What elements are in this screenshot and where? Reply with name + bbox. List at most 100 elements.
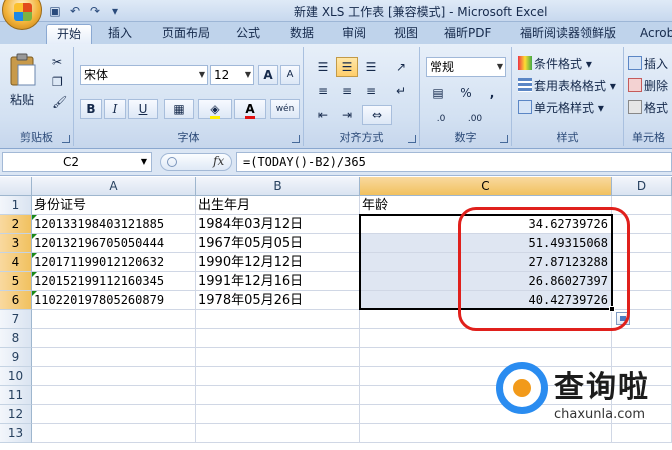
currency-icon[interactable]: ▤ [426,83,450,103]
cell-b1[interactable]: 出生年月 [196,196,360,215]
redo-icon[interactable]: ↷ [88,4,102,18]
insert-cells-button[interactable]: 插入 [628,55,668,73]
cell-b3[interactable]: 1967年05月05日 [196,234,360,253]
align-top-icon[interactable]: ☰ [312,57,334,77]
font-color-button[interactable]: A [234,99,266,119]
cell-empty[interactable] [360,329,612,348]
align-center-icon[interactable]: ≡ [336,81,358,101]
underline-button[interactable]: U [128,99,158,119]
cell-empty[interactable] [32,329,196,348]
format-as-table-button[interactable]: 套用表格格式 ▾ [518,77,616,95]
row-header-12[interactable]: 12 [0,405,32,424]
alignment-launcher-icon[interactable] [408,135,416,143]
format-painter-icon[interactable]: 🖌 [52,93,67,111]
tab-foxit-reader[interactable]: 福昕阅读器领鲜版 [510,24,626,44]
row-header-3[interactable]: 3 [0,234,32,253]
delete-cells-button[interactable]: 删除 [628,77,668,95]
paste-button[interactable]: 粘贴 [10,91,34,109]
cell-c5[interactable]: 26.86027397 [360,272,612,291]
cell-empty[interactable] [612,329,672,348]
grow-font-button[interactable]: A [258,65,278,85]
column-header-d[interactable]: D [612,177,672,196]
row-header-10[interactable]: 10 [0,367,32,386]
cell-empty[interactable] [32,348,196,367]
cell-c3[interactable]: 51.49315068 [360,234,612,253]
cell-empty[interactable] [196,386,360,405]
undo-icon[interactable]: ↶ [68,4,82,18]
tab-home[interactable]: 开始 [46,24,93,44]
increase-indent-icon[interactable]: ⇥ [336,105,358,125]
align-bottom-icon[interactable]: ☰ [360,57,382,77]
decrease-decimal-button[interactable]: .00 [460,109,490,129]
orientation-icon[interactable]: ↗ [388,57,414,77]
bold-button[interactable]: B [80,99,102,119]
row-header-7[interactable]: 7 [0,310,32,329]
italic-button[interactable]: I [104,99,126,119]
cell-a3[interactable]: 120132196705050444 [32,234,196,253]
row-header-13[interactable]: 13 [0,424,32,443]
row-header-11[interactable]: 11 [0,386,32,405]
cell-d4[interactable] [612,253,672,272]
customize-toolbar-icon[interactable]: ▾ [108,4,122,18]
cell-empty[interactable] [32,424,196,443]
auto-fill-options-icon[interactable] [616,312,630,325]
align-middle-icon[interactable]: ☰ [336,57,358,77]
cell-d2[interactable] [612,215,672,234]
increase-decimal-button[interactable]: .0 [426,109,456,129]
cell-empty[interactable] [196,310,360,329]
tab-acrobat[interactable]: Acrob [630,24,672,44]
cell-empty[interactable] [32,405,196,424]
borders-button[interactable]: ▦ [164,99,194,119]
number-format-combo[interactable]: 常规 ▼ [426,57,506,77]
cell-a4[interactable]: 120171199012120632 [32,253,196,272]
wrap-text-icon[interactable]: ↵ [388,81,414,101]
shrink-font-button[interactable]: A [280,65,300,85]
column-header-c[interactable]: C [360,177,612,196]
merge-center-icon[interactable]: ⇔ [362,105,392,125]
column-header-b[interactable]: B [196,177,360,196]
align-right-icon[interactable]: ≡ [360,81,382,101]
align-left-icon[interactable]: ≡ [312,81,334,101]
cell-empty[interactable] [196,424,360,443]
select-all-corner[interactable] [0,177,32,196]
conditional-format-button[interactable]: 条件格式 ▾ [518,55,592,73]
cell-empty[interactable] [360,310,612,329]
row-header-1[interactable]: 1 [0,196,32,215]
clipboard-launcher-icon[interactable] [62,135,70,143]
tab-data[interactable]: 数据 [280,24,324,44]
formula-input[interactable]: =(TODAY()-B2)/365 [236,152,672,172]
cell-empty[interactable] [196,348,360,367]
cut-icon[interactable]: ✂ [52,53,62,71]
tab-review[interactable]: 审阅 [332,24,376,44]
decrease-indent-icon[interactable]: ⇤ [312,105,334,125]
fill-color-button[interactable]: ◈ [198,99,232,119]
row-header-9[interactable]: 9 [0,348,32,367]
tab-view[interactable]: 视图 [384,24,428,44]
cell-b4[interactable]: 1990年12月12日 [196,253,360,272]
cell-c4[interactable]: 27.87123288 [360,253,612,272]
cell-a1[interactable]: 身份证号 [32,196,196,215]
cell-c1[interactable]: 年龄 [360,196,612,215]
cell-empty[interactable] [196,329,360,348]
row-header-2[interactable]: 2 [0,215,32,234]
cell-b6[interactable]: 1978年05月26日 [196,291,360,310]
comma-button[interactable]: , [480,83,504,103]
cell-empty[interactable] [196,367,360,386]
format-cells-button[interactable]: 格式 [628,99,668,117]
cell-d5[interactable] [612,272,672,291]
phonetic-button[interactable]: wén [270,99,300,119]
cell-styles-button[interactable]: 单元格样式 ▾ [518,99,604,117]
row-header-5[interactable]: 5 [0,272,32,291]
row-header-4[interactable]: 4 [0,253,32,272]
cell-empty[interactable] [196,405,360,424]
save-icon[interactable]: ▣ [48,4,62,18]
cell-empty[interactable] [32,310,196,329]
fill-handle[interactable] [609,306,615,312]
cell-d1[interactable] [612,196,672,215]
cell-d6[interactable] [612,291,672,310]
cell-d3[interactable] [612,234,672,253]
name-box[interactable]: C2 ▼ [2,152,152,172]
tab-insert[interactable]: 插入 [98,24,142,44]
percent-button[interactable]: % [454,83,478,103]
font-name-combo[interactable]: 宋体 ▼ [80,65,208,85]
